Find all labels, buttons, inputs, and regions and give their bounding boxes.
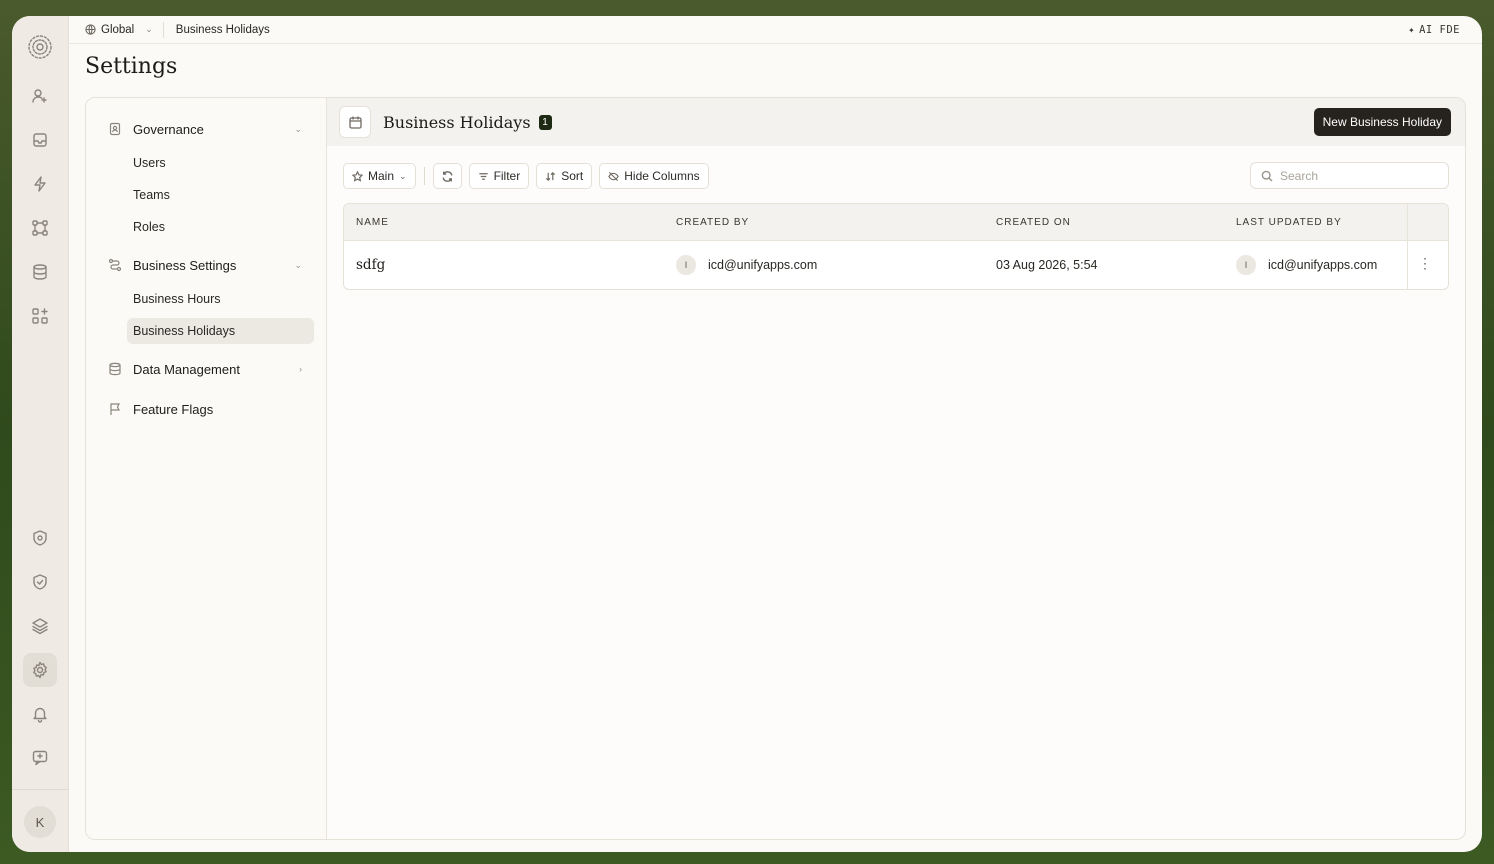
- sort-button[interactable]: Sort: [536, 163, 593, 189]
- view-selector[interactable]: Main ⌄: [343, 163, 416, 189]
- calendar-icon: [339, 106, 371, 138]
- globe-icon: [85, 24, 96, 35]
- holidays-table: NAME CREATED BY CREATED ON LAST UPDATED …: [343, 203, 1449, 290]
- nav-group-label: Business Settings: [133, 257, 237, 273]
- chevron-down-icon: ⌄: [294, 123, 302, 134]
- refresh-button[interactable]: [432, 163, 462, 189]
- count-badge: 1: [538, 114, 552, 130]
- content-header: Business Holidays 1 New Business Holiday: [327, 98, 1465, 146]
- scope-label: Global: [101, 23, 135, 36]
- avatar: I: [676, 255, 696, 275]
- route-icon: [108, 258, 122, 272]
- ai-fde-button[interactable]: ✦ AI FDE: [1408, 24, 1460, 36]
- layers-icon[interactable]: [23, 609, 57, 643]
- column-header-created-on[interactable]: CREATED ON: [996, 217, 1071, 228]
- toolbar: Main ⌄ Filter Sort Hide Columns Search: [343, 162, 1449, 190]
- main-area: Global ⌄ Business Holidays ✦ AI FDE Sett…: [69, 16, 1482, 852]
- star-icon: [352, 170, 363, 182]
- column-header-last-updated-by[interactable]: LAST UPDATED BY: [1236, 217, 1342, 228]
- avatar: I: [1236, 255, 1256, 275]
- page-title: Settings: [85, 54, 178, 79]
- app-window: K Global ⌄ Business Holidays ✦ AI FDE Se…: [12, 16, 1482, 852]
- feedback-icon[interactable]: [23, 741, 57, 775]
- badge-icon: [109, 122, 121, 136]
- chevron-down-icon: ⌄: [145, 24, 153, 34]
- cell-created-on: 03 Aug 2026, 5:54: [996, 258, 1098, 272]
- inbox-icon[interactable]: [23, 123, 57, 157]
- column-header-name[interactable]: NAME: [356, 217, 389, 228]
- workflow-icon[interactable]: [23, 211, 57, 245]
- nav-group-data-management[interactable]: Data Management ›: [86, 356, 326, 382]
- flag-icon: [110, 403, 120, 415]
- bell-icon[interactable]: [23, 697, 57, 731]
- shield-check-icon[interactable]: [23, 565, 57, 599]
- ai-fde-label: AI FDE: [1419, 24, 1460, 36]
- content-title: Business Holidays: [383, 112, 531, 132]
- cell-created-by: I icd@unifyapps.com: [676, 241, 817, 289]
- view-label: Main: [368, 169, 395, 183]
- user-plus-icon[interactable]: [23, 79, 57, 113]
- nav-item-roles[interactable]: Roles: [127, 214, 314, 240]
- row-menu-icon[interactable]: ⋮: [1418, 256, 1432, 270]
- left-rail: K: [12, 16, 69, 852]
- cell-name: sdfg: [356, 257, 386, 273]
- filter-icon: [478, 172, 488, 180]
- refresh-icon: [442, 170, 453, 182]
- apps-icon[interactable]: [23, 299, 57, 333]
- sort-label: Sort: [561, 169, 584, 183]
- table-header: NAME CREATED BY CREATED ON LAST UPDATED …: [344, 204, 1448, 241]
- search-icon: [1261, 170, 1273, 181]
- eye-off-icon: [608, 171, 620, 181]
- content-area: Business Holidays 1 New Business Holiday…: [327, 98, 1465, 839]
- nav-item-teams[interactable]: Teams: [127, 182, 314, 208]
- bolt-icon[interactable]: [23, 167, 57, 201]
- sort-icon: [546, 171, 556, 181]
- logo-icon[interactable]: [23, 30, 57, 64]
- new-business-holiday-button[interactable]: New Business Holiday: [1313, 108, 1451, 136]
- cell-last-updated-by: I icd@unifyapps.com: [1236, 241, 1377, 289]
- filter-label: Filter: [493, 169, 521, 183]
- column-header-created-by[interactable]: CREATED BY: [676, 217, 749, 228]
- rail-divider: [12, 789, 69, 790]
- top-bar: Global ⌄ Business Holidays ✦ AI FDE: [69, 16, 1482, 44]
- search-box: [1250, 162, 1449, 189]
- settings-nav: Governance ⌄ Users Teams Roles Business …: [86, 98, 327, 839]
- updated-by-email: icd@unifyapps.com: [1268, 258, 1378, 272]
- nav-item-users[interactable]: Users: [127, 150, 314, 176]
- avatar[interactable]: K: [24, 806, 56, 838]
- nav-group-label: Data Management: [133, 361, 240, 377]
- column-divider: [1407, 241, 1408, 289]
- chevron-down-icon: ⌄: [399, 170, 407, 181]
- sparkle-icon: ✦: [1408, 24, 1416, 36]
- table-row[interactable]: sdfg I icd@unifyapps.com 03 Aug 2026, 5:…: [344, 241, 1448, 289]
- toolbar-divider: [423, 167, 425, 185]
- chevron-right-icon: ›: [299, 364, 302, 374]
- created-by-email: icd@unifyapps.com: [708, 258, 818, 272]
- chevron-down-icon: ⌄: [294, 259, 302, 270]
- nav-group-label: Governance: [133, 121, 204, 137]
- shield-outline-icon[interactable]: [23, 521, 57, 555]
- filter-button[interactable]: Filter: [468, 163, 530, 189]
- hide-columns-button[interactable]: Hide Columns: [599, 163, 709, 189]
- gear-icon[interactable]: [23, 653, 57, 687]
- hide-columns-label: Hide Columns: [624, 169, 700, 183]
- nav-group-governance[interactable]: Governance ⌄: [86, 116, 326, 142]
- nav-group-business-settings[interactable]: Business Settings ⌄: [86, 252, 326, 278]
- nav-group-feature-flags[interactable]: Feature Flags: [86, 396, 326, 422]
- nav-group-label: Feature Flags: [133, 401, 214, 417]
- database-icon: [109, 362, 121, 376]
- scope-selector[interactable]: Global ⌄: [85, 21, 164, 38]
- column-divider: [1407, 204, 1408, 240]
- settings-panel: Governance ⌄ Users Teams Roles Business …: [85, 97, 1466, 840]
- search-input[interactable]: [1280, 168, 1440, 183]
- database-icon[interactable]: [23, 255, 57, 289]
- breadcrumb[interactable]: Business Holidays: [164, 24, 270, 36]
- nav-item-business-hours[interactable]: Business Hours: [127, 286, 314, 312]
- nav-item-business-holidays[interactable]: Business Holidays: [127, 318, 314, 344]
